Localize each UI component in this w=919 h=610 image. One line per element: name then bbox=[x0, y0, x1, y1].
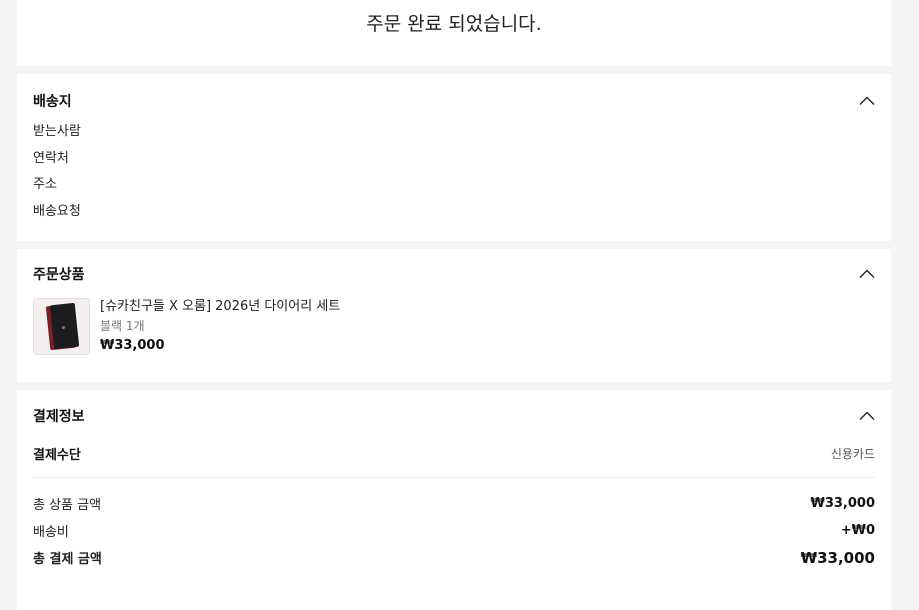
contact-label: 연락처 bbox=[33, 150, 69, 166]
divider bbox=[33, 477, 875, 478]
subtotal-row: 총 상품 금액 ₩33,000 bbox=[33, 490, 875, 517]
payment-method-label: 결제수단 bbox=[33, 447, 81, 463]
product-name[interactable]: [슈카친구들 X 오롬] 2026년 다이어리 세트 bbox=[100, 298, 340, 316]
complete-message: 주문 완료 되었습니다. bbox=[366, 13, 542, 35]
shipping-title: 배송지 bbox=[33, 94, 72, 110]
products-header[interactable]: 주문상품 bbox=[33, 264, 875, 284]
total-value: ₩33,000 bbox=[800, 548, 875, 567]
shipping-fee-value: +₩0 bbox=[840, 523, 875, 538]
shipping-section: 배송지 받는사람 연락처 주소 배송요청 bbox=[17, 74, 891, 241]
shipping-fee-row: 배송비 +₩0 bbox=[33, 517, 875, 544]
payment-title: 결제정보 bbox=[33, 409, 85, 425]
payment-method-row: 결제수단 신용카드 bbox=[33, 444, 875, 463]
payment-info-section: 결제정보 결제수단 신용카드 총 상품 금액 ₩33,000 배송비 +₩0 총… bbox=[17, 390, 891, 610]
chevron-up-icon[interactable] bbox=[859, 266, 875, 282]
order-complete-page: 주문 완료 되었습니다. 배송지 받는사람 연락처 주소 배송요청 주문상품 [… bbox=[17, 0, 891, 610]
subtotal-value: ₩33,000 bbox=[810, 496, 875, 511]
shipping-info-list: 받는사람 연락처 주소 배송요청 bbox=[33, 119, 875, 225]
shipping-header[interactable]: 배송지 bbox=[33, 91, 875, 111]
ordered-products-section: 주문상품 [슈카친구들 X 오롬] 2026년 다이어리 세트 블랙 1개 ₩3… bbox=[17, 249, 891, 382]
product-info: [슈카친구들 X 오롬] 2026년 다이어리 세트 블랙 1개 ₩33,000 bbox=[100, 298, 340, 356]
order-complete-banner: 주문 완료 되었습니다. bbox=[17, 0, 891, 66]
chevron-up-icon[interactable] bbox=[859, 93, 875, 109]
product-thumbnail[interactable] bbox=[33, 298, 90, 355]
total-row: 총 결제 금액 ₩33,000 bbox=[33, 544, 875, 571]
recipient-label: 받는사람 bbox=[33, 124, 81, 139]
chevron-up-icon[interactable] bbox=[859, 408, 875, 424]
products-title: 주문상품 bbox=[33, 267, 85, 283]
product-option: 블랙 1개 bbox=[100, 319, 145, 333]
delivery-request-label: 배송요청 bbox=[33, 203, 81, 219]
product-price: ₩33,000 bbox=[100, 338, 165, 353]
address-label: 주소 bbox=[33, 177, 57, 192]
payment-header[interactable]: 결제정보 bbox=[33, 406, 875, 426]
total-label: 총 결제 금액 bbox=[33, 552, 102, 567]
product-item[interactable]: [슈카친구들 X 오롬] 2026년 다이어리 세트 블랙 1개 ₩33,000 bbox=[33, 298, 875, 356]
shipping-fee-label: 배송비 bbox=[33, 525, 69, 540]
subtotal-label: 총 상품 금액 bbox=[33, 498, 102, 513]
payment-method-value: 신용카드 bbox=[830, 446, 875, 461]
